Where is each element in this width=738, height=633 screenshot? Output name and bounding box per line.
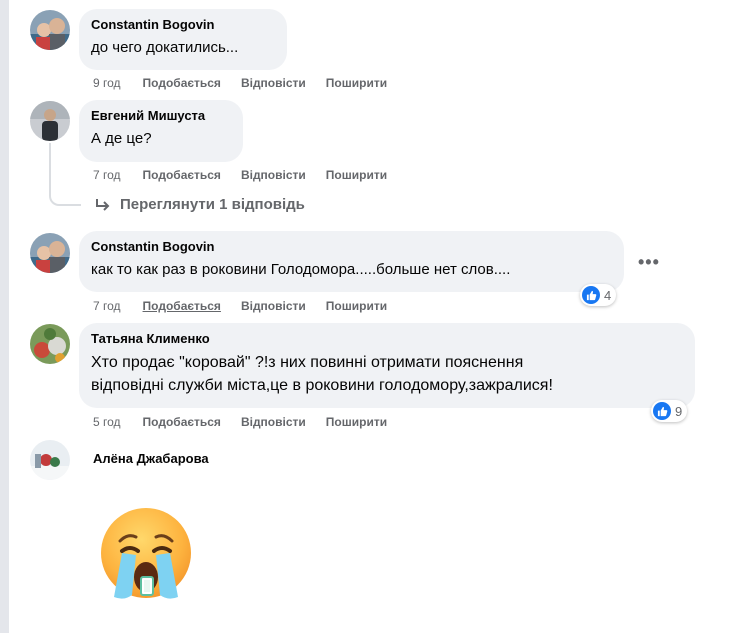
reply-button[interactable]: Відповісти	[241, 414, 306, 430]
comment-author[interactable]: Алёна Джабарова	[93, 451, 209, 467]
like-button[interactable]: Подобається	[143, 75, 221, 91]
comment-actions: 9 год Подобається Відповісти Поширити	[93, 75, 407, 91]
comment-text-line: Хто продає "коровай" ?!з них повинні отр…	[91, 354, 524, 371]
comment-bubble: Евгений Мишуста А де це?	[79, 100, 243, 162]
comment-author[interactable]: Евгений Мишуста	[91, 108, 231, 124]
comment-text-line: відповідні служби міста,це в роковини го…	[91, 377, 553, 394]
like-button[interactable]: Подобається	[143, 414, 221, 430]
comment-text: как то как раз в роковини Голодомора....…	[91, 261, 511, 278]
like-button[interactable]: Подобається	[143, 298, 221, 314]
comment-time[interactable]: 9 год	[93, 75, 121, 91]
avatar[interactable]	[30, 440, 70, 480]
comment-author[interactable]: Татьяна Клименко	[91, 331, 683, 347]
comment-actions: 5 год Подобається Відповісти Поширити	[93, 414, 407, 430]
comment-author[interactable]: Constantin Bogovin	[91, 17, 275, 33]
reaction-summary[interactable]: 4	[580, 284, 617, 306]
reply-button[interactable]: Відповісти	[241, 167, 306, 183]
share-button[interactable]: Поширити	[326, 414, 387, 430]
reply-button[interactable]: Відповісти	[241, 75, 306, 91]
comment-actions: 7 год Подобається Відповісти Поширити	[93, 298, 407, 314]
reply-arrow-icon	[94, 197, 112, 213]
comment-text: до чего докатились...	[91, 39, 239, 56]
thumbs-up-icon	[582, 286, 600, 304]
comment-author[interactable]: Constantin Bogovin	[91, 239, 612, 255]
thumbs-up-icon	[653, 402, 671, 420]
like-button[interactable]: Подобається	[143, 167, 221, 183]
crying-face-emoji-sticker	[96, 505, 196, 605]
share-button[interactable]: Поширити	[326, 75, 387, 91]
comment-bubble: Constantin Bogovin как то как раз в роко…	[79, 231, 624, 292]
comment-time[interactable]: 5 год	[93, 414, 121, 430]
comment-time[interactable]: 7 год	[93, 298, 121, 314]
reply-button[interactable]: Відповісти	[241, 298, 306, 314]
reaction-count: 4	[604, 287, 612, 303]
view-replies-link[interactable]: Переглянути 1 відповідь	[94, 196, 305, 213]
avatar[interactable]	[30, 101, 70, 141]
comment-text: А де це?	[91, 130, 152, 147]
share-button[interactable]: Поширити	[326, 298, 387, 314]
comment-bubble: Constantin Bogovin до чего докатились...	[79, 9, 287, 70]
avatar[interactable]	[30, 233, 70, 273]
thread-connector	[49, 186, 81, 206]
comment-time[interactable]: 7 год	[93, 167, 121, 183]
view-replies-label: Переглянути 1 відповідь	[120, 196, 305, 213]
share-button[interactable]: Поширити	[326, 167, 387, 183]
reaction-count: 9	[675, 403, 683, 419]
left-divider	[0, 0, 9, 633]
reaction-summary[interactable]: 9	[651, 400, 688, 422]
avatar[interactable]	[30, 10, 70, 50]
avatar[interactable]	[30, 324, 70, 364]
comment-bubble: Татьяна Клименко Хто продає "коровай" ?!…	[79, 323, 695, 408]
more-options-button[interactable]: •••	[638, 252, 660, 273]
comment-actions: 7 год Подобається Відповісти Поширити	[93, 167, 407, 183]
